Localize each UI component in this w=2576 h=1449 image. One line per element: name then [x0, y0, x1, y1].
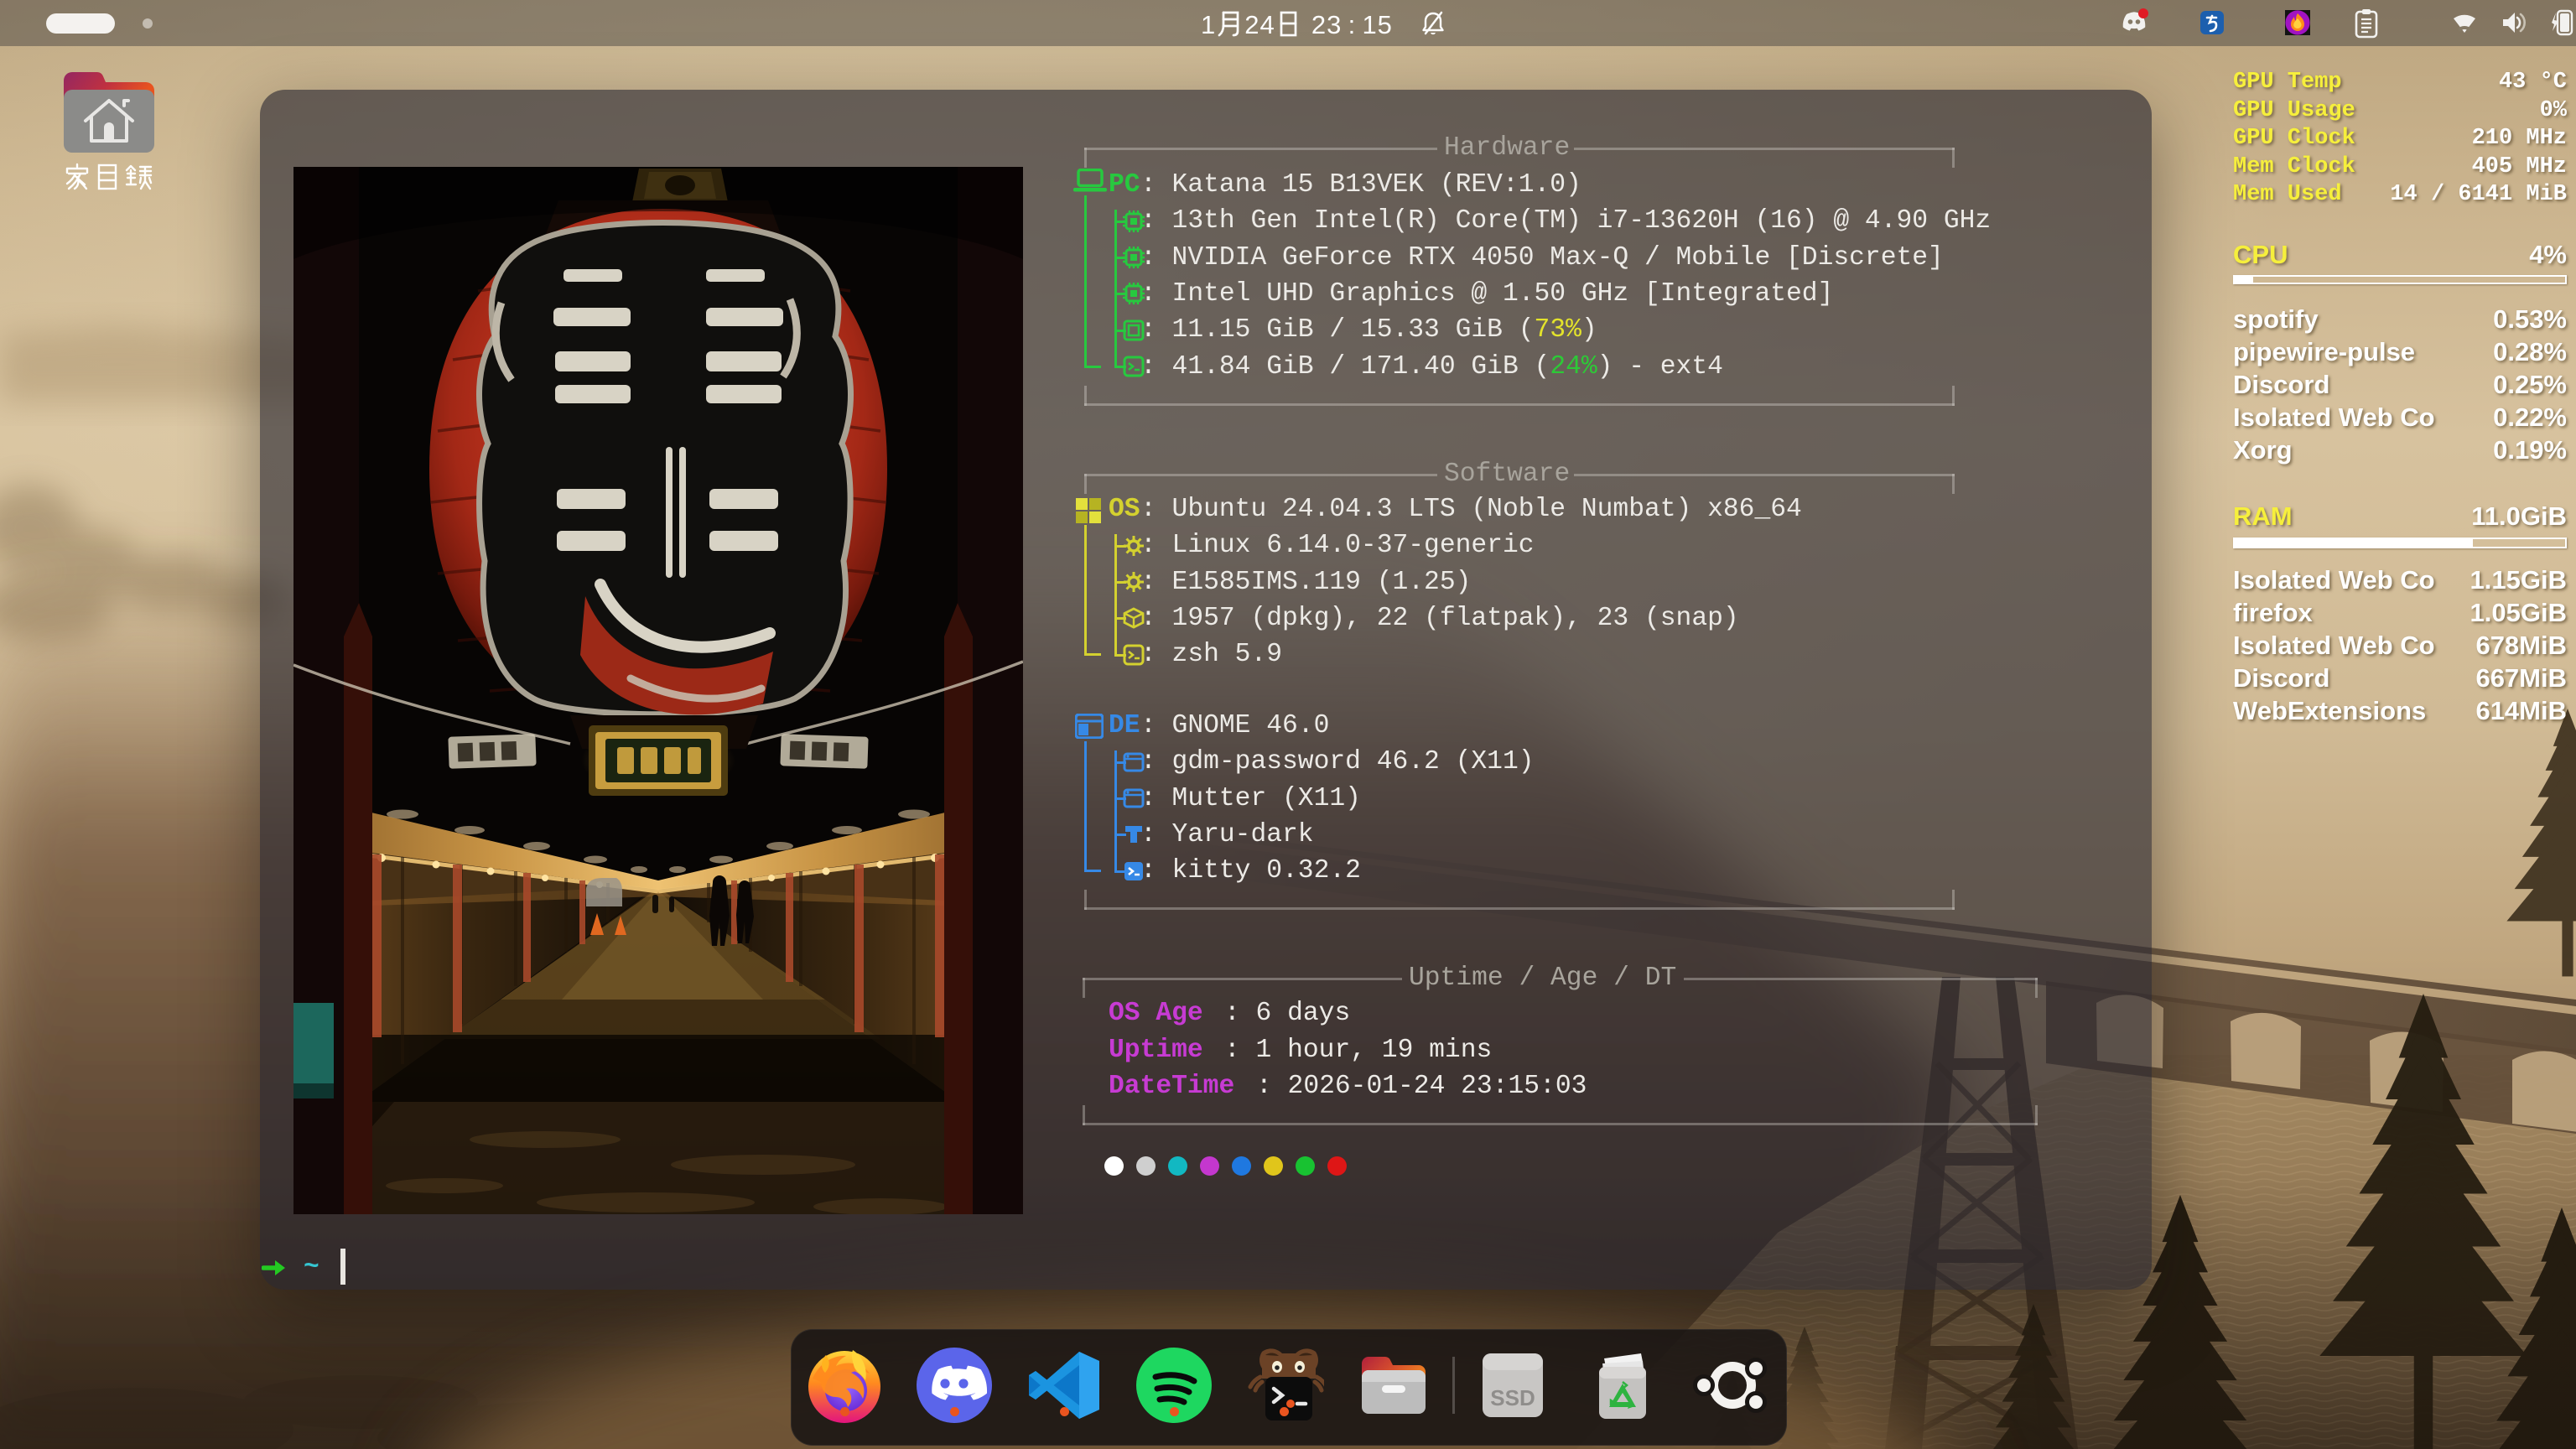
svg-text:SSD: SSD	[1490, 1385, 1535, 1410]
